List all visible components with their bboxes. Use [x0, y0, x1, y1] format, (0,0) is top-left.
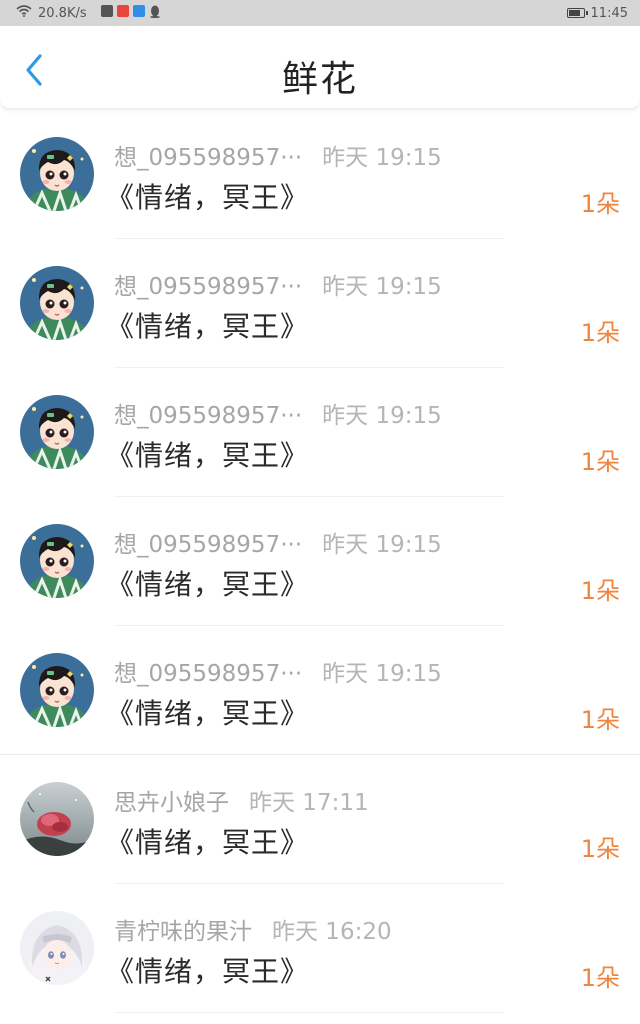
avatar[interactable] — [20, 911, 94, 985]
avatar[interactable] — [20, 653, 94, 727]
donor-name[interactable]: 想_095598957··· — [114, 654, 302, 688]
flower-count: 1朵 — [580, 577, 620, 605]
network-speed: 20.8K/s — [38, 5, 87, 21]
flower-count: 1朵 — [580, 835, 620, 863]
battery-level — [568, 10, 580, 16]
donation-time: 昨天 19:15 — [322, 274, 442, 300]
donor-name[interactable]: 想_095598957··· — [114, 138, 302, 172]
book-title: 《情绪，冥王》 — [106, 697, 310, 730]
notification-icons — [100, 4, 161, 22]
list-item[interactable]: 思卉小娘子 昨天 17:11 《情绪，冥王》 1朵 — [0, 755, 640, 884]
flower-list: 想_095598957··· 昨天 19:15 《情绪，冥王》 1朵 想_095598… — [0, 110, 640, 1013]
list-item[interactable]: 想_095598957··· 昨天 19:15 《情绪，冥王》 1朵 — [0, 626, 640, 755]
avatar[interactable] — [20, 524, 94, 598]
item-meta: 思卉小娘子 昨天 17:11 — [114, 783, 369, 817]
qq-penguin-icon — [149, 5, 161, 22]
book-title: 《情绪，冥王》 — [106, 310, 310, 343]
page-title: 鲜花 — [281, 59, 358, 100]
book-title: 《情绪，冥王》 — [106, 181, 310, 214]
list-item[interactable]: 青柠味的果汁 昨天 16:20 《情绪，冥王》 1朵 — [0, 884, 640, 1013]
book-title: 《情绪，冥王》 — [106, 826, 310, 859]
message-icon — [100, 4, 113, 17]
avatar[interactable] — [20, 782, 94, 856]
donation-time: 昨天 19:15 — [322, 145, 442, 171]
search-app-icon — [132, 4, 145, 17]
list-item[interactable]: 想_095598957··· 昨天 19:15 《情绪，冥王》 1朵 — [0, 368, 640, 497]
status-left: 20.8K/s — [16, 4, 161, 22]
book-title: 《情绪，冥王》 — [106, 955, 310, 988]
donation-time: 昨天 17:11 — [249, 790, 369, 816]
donor-name[interactable]: 想_095598957··· — [114, 525, 302, 559]
book-title: 《情绪，冥王》 — [106, 439, 310, 472]
item-meta: 想_095598957··· 昨天 19:15 — [114, 267, 442, 301]
flower-count: 1朵 — [580, 964, 620, 992]
donation-time: 昨天 19:15 — [322, 403, 442, 429]
avatar[interactable] — [20, 395, 94, 469]
flower-count: 1朵 — [580, 448, 620, 476]
donor-name[interactable]: 思卉小娘子 — [114, 783, 229, 817]
item-meta: 想_095598957··· 昨天 19:15 — [114, 654, 442, 688]
wifi-icon — [16, 5, 32, 21]
avatar[interactable] — [20, 266, 94, 340]
donation-time: 昨天 16:20 — [272, 919, 392, 945]
item-meta: 青柠味的果汁 昨天 16:20 — [114, 912, 392, 946]
donor-name[interactable]: 想_095598957··· — [114, 396, 302, 430]
flower-count: 1朵 — [580, 190, 620, 218]
list-item[interactable]: 想_095598957··· 昨天 19:15 《情绪，冥王》 1朵 — [0, 497, 640, 626]
donor-name[interactable]: 青柠味的果汁 — [114, 912, 252, 946]
item-meta: 想_095598957··· 昨天 19:15 — [114, 138, 442, 172]
list-item[interactable]: 想_095598957··· 昨天 19:15 《情绪，冥王》 1朵 — [0, 110, 640, 239]
list-item[interactable]: 想_095598957··· 昨天 19:15 《情绪，冥王》 1朵 — [0, 239, 640, 368]
item-meta: 想_095598957··· 昨天 19:15 — [114, 396, 442, 430]
flower-count: 1朵 — [580, 706, 620, 734]
item-meta: 想_095598957··· 昨天 19:15 — [114, 525, 442, 559]
news-app-icon — [116, 4, 129, 17]
donation-time: 昨天 19:15 — [322, 532, 442, 558]
donor-name[interactable]: 想_095598957··· — [114, 267, 302, 301]
header: 鲜花 — [0, 26, 640, 109]
donation-time: 昨天 19:15 — [322, 661, 442, 687]
status-bar: 20.8K/s 11:45 — [0, 0, 640, 26]
divider — [114, 1012, 504, 1013]
status-time: 11:45 — [590, 5, 628, 21]
book-title: 《情绪，冥王》 — [106, 568, 310, 601]
battery-icon — [566, 8, 588, 18]
status-right: 11:45 — [566, 5, 628, 21]
flower-count: 1朵 — [580, 319, 620, 347]
avatar[interactable] — [20, 137, 94, 211]
